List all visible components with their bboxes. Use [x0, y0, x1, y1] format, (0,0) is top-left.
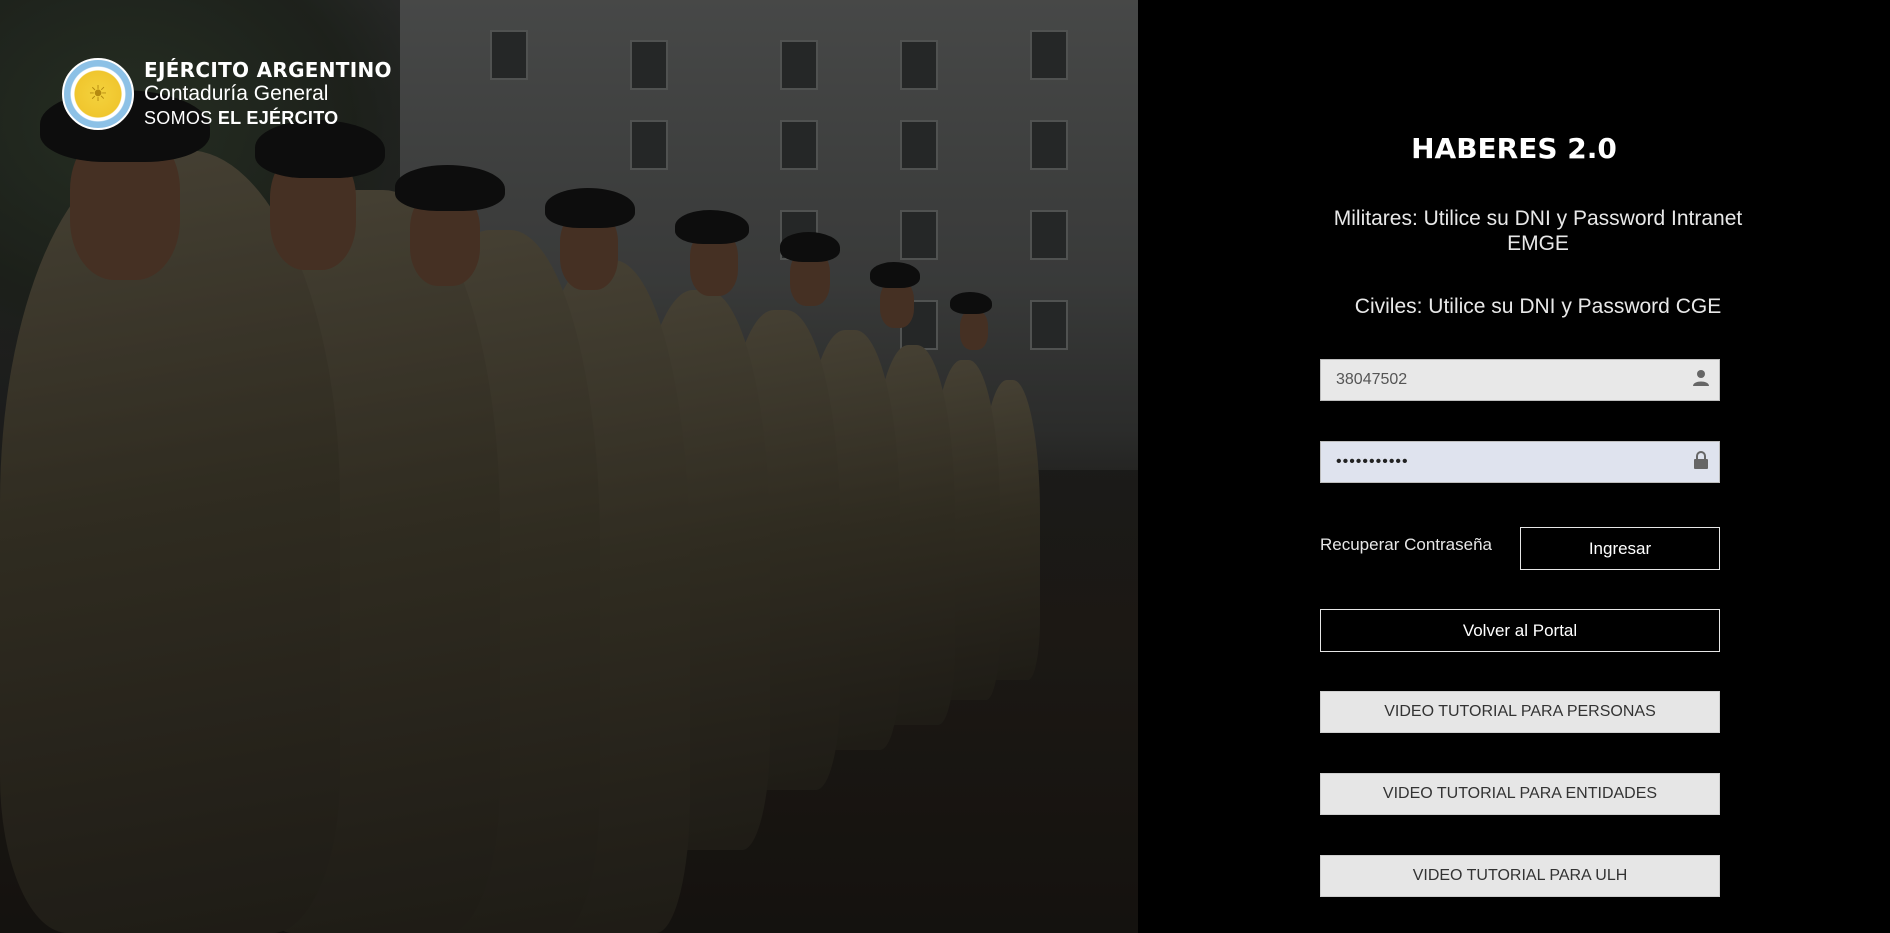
brand-line-1: EJÉRCITO ARGENTINO [144, 58, 392, 82]
brand-line-2: Contaduría General [144, 82, 329, 105]
hero-image: ☀ EJÉRCITO ARGENTINO Contaduría General … [0, 0, 1138, 933]
info-civiles: Civiles: Utilice su DNI y Password CGE [1354, 295, 1722, 318]
brand-line-3-prefix: SOMOS [144, 108, 218, 128]
brand-text: EJÉRCITO ARGENTINO Contaduría General SO… [144, 58, 392, 130]
info-militares: Militares: Utilice su DNI y Password Int… [1333, 207, 1743, 255]
user-icon [1683, 369, 1719, 392]
video-tutorial-ulh-button[interactable]: VIDEO TUTORIAL PARA ULH [1320, 855, 1720, 897]
dni-field [1320, 359, 1720, 401]
login-panel: HABERES 2.0 Militares: Utilice su DNI y … [1138, 0, 1890, 933]
brand-line-3-bold: EL EJÉRCITO [217, 108, 339, 128]
password-field [1320, 441, 1720, 483]
army-seal-icon: ☀ [62, 58, 134, 130]
recover-password-link[interactable]: Recuperar Contraseña [1320, 535, 1492, 555]
login-button[interactable]: Ingresar [1520, 527, 1720, 570]
image-dark-overlay [0, 0, 1138, 933]
lock-icon [1683, 450, 1719, 474]
video-tutorial-entidades-button[interactable]: VIDEO TUTORIAL PARA ENTIDADES [1320, 773, 1720, 815]
app-title: HABERES 2.0 [1411, 132, 1617, 165]
brand-logo: ☀ EJÉRCITO ARGENTINO Contaduría General … [62, 58, 392, 130]
back-to-portal-button[interactable]: Volver al Portal [1320, 609, 1720, 652]
dni-input[interactable] [1321, 360, 1683, 400]
password-input[interactable] [1321, 442, 1683, 482]
brand-line-3: SOMOS EL EJÉRCITO [144, 106, 392, 130]
video-tutorial-personas-button[interactable]: VIDEO TUTORIAL PARA PERSONAS [1320, 691, 1720, 733]
